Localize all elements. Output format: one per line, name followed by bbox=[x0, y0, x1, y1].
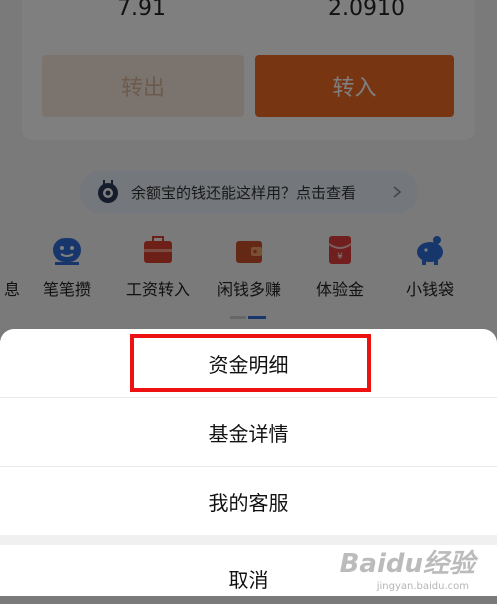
watermark-url: jingyan.baidu.com bbox=[376, 581, 469, 592]
fund-info-item[interactable]: 基金详情 bbox=[0, 398, 497, 466]
watermark-brand: Baidu经验 bbox=[339, 549, 475, 579]
highlight-box bbox=[130, 334, 371, 392]
customer-service-item[interactable]: 我的客服 bbox=[0, 467, 497, 535]
